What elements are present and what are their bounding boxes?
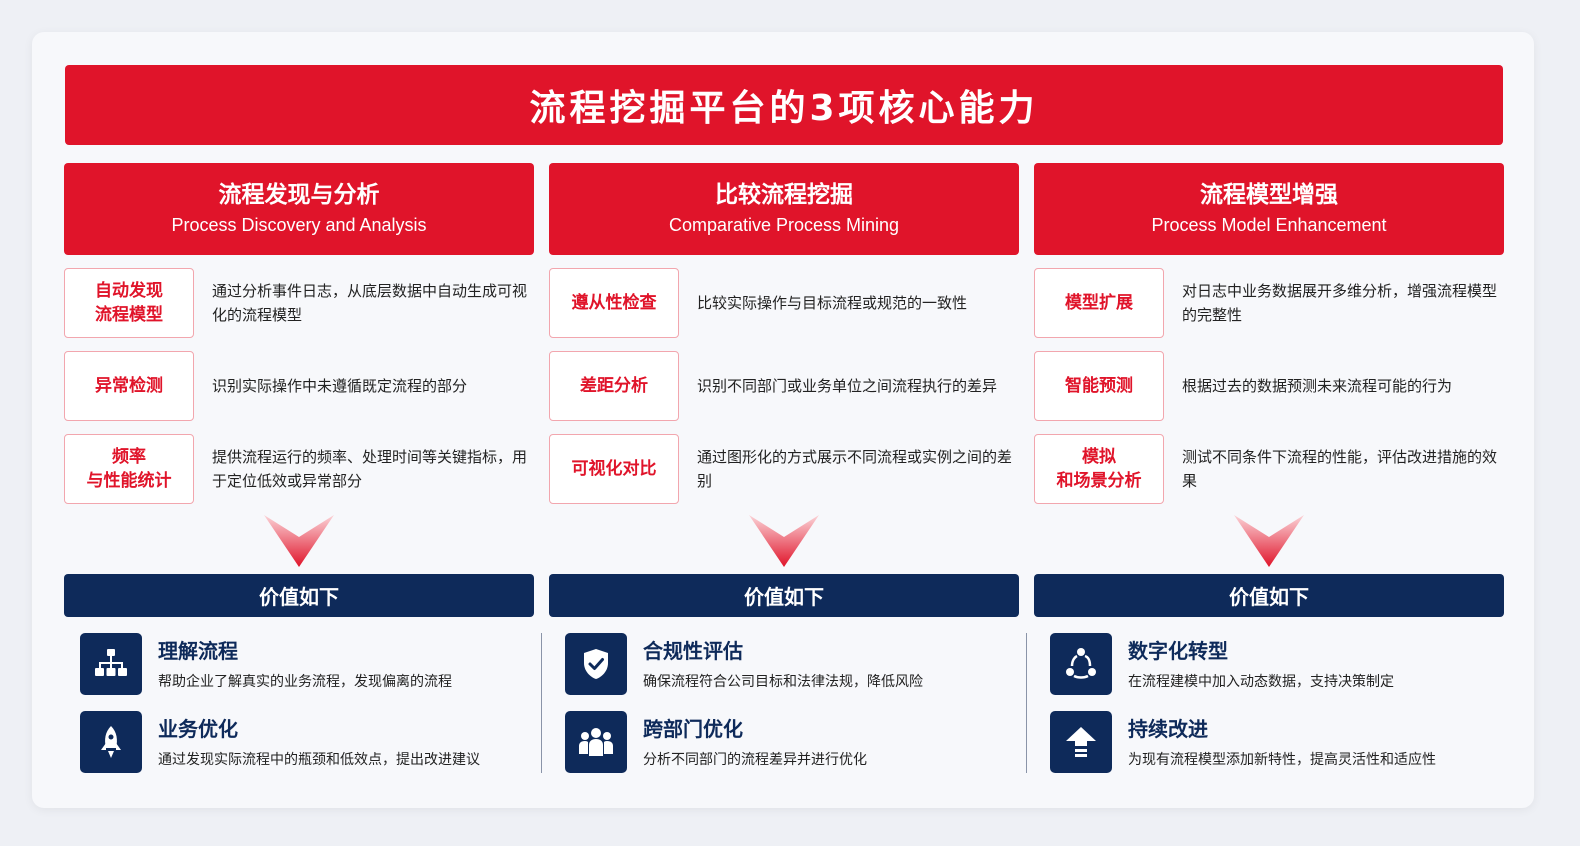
- feature-label: 差距分析: [549, 351, 679, 421]
- benefit-title: 理解流程: [158, 639, 238, 663]
- column-title-en: Comparative Process Mining: [668, 215, 900, 235]
- capability-column-discovery: 流程发现与分析 Process Discovery and Analysis 自…: [64, 163, 534, 773]
- feature-row: 差距分析 识别不同部门或业务单位之间流程执行的差异: [549, 351, 1019, 421]
- feature-label-text: 异常检测: [95, 376, 163, 396]
- feature-label-text: 模型扩展: [1065, 293, 1133, 313]
- value-banner: 价值如下: [549, 574, 1019, 617]
- cycle-icon: [1050, 633, 1112, 695]
- feature-label-text: 频率 与性能统计: [86, 447, 172, 491]
- column-title-zh: 流程发现与分析: [218, 182, 380, 208]
- benefit-title: 跨部门优化: [643, 717, 743, 741]
- capability-column-enhancement: 流程模型增强 Process Model Enhancement 模型扩展 对日…: [1034, 163, 1504, 773]
- benefit-description: 通过发现实际流程中的瓶颈和低效点，提出改进建议: [158, 752, 480, 768]
- feature-description: 通过分析事件日志，从底层数据中自动生成可视化的流程模型: [212, 282, 528, 324]
- benefit-item: 持续改进 为现有流程模型添加新特性，提高灵活性和适应性: [1050, 711, 1504, 775]
- rocket-icon: [80, 711, 142, 773]
- feature-description: 根据过去的数据预测未来流程可能的行为: [1182, 377, 1453, 395]
- column-header: 比较流程挖掘 Comparative Process Mining: [549, 163, 1019, 255]
- upgrade-arrow-icon: [1050, 711, 1112, 773]
- benefit-description: 帮助企业了解真实的业务流程，发现偏离的流程: [158, 674, 452, 690]
- benefit-item: 理解流程 帮助企业了解真实的业务流程，发现偏离的流程: [80, 633, 534, 697]
- column-header: 流程发现与分析 Process Discovery and Analysis: [64, 163, 534, 255]
- feature-label-text: 自动发现 流程模型: [95, 281, 163, 325]
- benefit-item: 业务优化 通过发现实际流程中的瓶颈和低效点，提出改进建议: [80, 711, 534, 775]
- column-title-en: Process Discovery and Analysis: [171, 215, 427, 235]
- feature-label-text: 可视化对比: [571, 459, 657, 479]
- feature-row: 频率 与性能统计 提供流程运行的频率、处理时间等关键指标，用于定位低效或异常部分: [64, 434, 534, 504]
- column-title-zh: 比较流程挖掘: [715, 182, 853, 208]
- feature-label: 可视化对比: [549, 434, 679, 504]
- benefit-description: 为现有流程模型添加新特性，提高灵活性和适应性: [1128, 752, 1436, 768]
- feature-label-text: 差距分析: [580, 376, 648, 396]
- benefit-item: 合规性评估 确保流程符合公司目标和法律法规，降低风险: [565, 633, 1019, 697]
- feature-label: 遵从性检查: [549, 268, 679, 338]
- column-header: 流程模型增强 Process Model Enhancement: [1034, 163, 1504, 255]
- org-chart-icon: [80, 633, 142, 695]
- down-arrow-icon: [1234, 515, 1304, 567]
- feature-row: 智能预测 根据过去的数据预测未来流程可能的行为: [1034, 351, 1504, 421]
- feature-label: 异常检测: [64, 351, 194, 421]
- feature-label: 模型扩展: [1034, 268, 1164, 338]
- benefit-item: 跨部门优化 分析不同部门的流程差异并进行优化: [565, 711, 1019, 775]
- column-title-en: Process Model Enhancement: [1151, 215, 1387, 235]
- column-divider: [1026, 633, 1027, 773]
- shield-check-icon: [565, 633, 627, 695]
- benefit-title: 数字化转型: [1128, 639, 1228, 663]
- feature-row: 异常检测 识别实际操作中未遵循既定流程的部分: [64, 351, 534, 421]
- benefit-description: 在流程建模中加入动态数据，支持决策制定: [1128, 674, 1394, 690]
- feature-description: 比较实际操作与目标流程或规范的一致性: [697, 294, 968, 312]
- feature-label-text: 遵从性检查: [571, 293, 657, 313]
- feature-label-text: 智能预测: [1065, 376, 1133, 396]
- feature-description: 测试不同条件下流程的性能，评估改进措施的效果: [1182, 448, 1498, 490]
- feature-description: 提供流程运行的频率、处理时间等关键指标，用于定位低效或异常部分: [212, 448, 528, 490]
- feature-label: 自动发现 流程模型: [64, 268, 194, 338]
- feature-description: 对日志中业务数据展开多维分析，增强流程模型的完整性: [1182, 282, 1498, 324]
- feature-row: 遵从性检查 比较实际操作与目标流程或规范的一致性: [549, 268, 1019, 338]
- capability-column-comparative: 比较流程挖掘 Comparative Process Mining 遵从性检查 …: [549, 163, 1019, 773]
- feature-label: 模拟 和场景分析: [1034, 434, 1164, 504]
- benefit-title: 业务优化: [158, 717, 238, 741]
- value-banner: 价值如下: [64, 574, 534, 617]
- benefit-item: 数字化转型 在流程建模中加入动态数据，支持决策制定: [1050, 633, 1504, 697]
- benefit-title: 合规性评估: [643, 639, 743, 663]
- feature-row: 可视化对比 通过图形化的方式展示不同流程或实例之间的差别: [549, 434, 1019, 504]
- feature-label: 智能预测: [1034, 351, 1164, 421]
- feature-description: 识别不同部门或业务单位之间流程执行的差异: [697, 377, 998, 395]
- down-arrow-icon: [749, 515, 819, 567]
- feature-label-text: 模拟 和场景分析: [1056, 447, 1142, 491]
- feature-row: 模型扩展 对日志中业务数据展开多维分析，增强流程模型的完整性: [1034, 268, 1504, 338]
- column-title-zh: 流程模型增强: [1200, 182, 1338, 208]
- value-banner: 价值如下: [1034, 574, 1504, 617]
- feature-label: 频率 与性能统计: [64, 434, 194, 504]
- page-title: 流程挖掘平台的3项核心能力: [65, 65, 1503, 145]
- team-icon: [565, 711, 627, 773]
- column-divider: [541, 633, 542, 773]
- benefit-title: 持续改进: [1128, 717, 1208, 741]
- feature-description: 通过图形化的方式展示不同流程或实例之间的差别: [697, 448, 1013, 490]
- feature-description: 识别实际操作中未遵循既定流程的部分: [212, 377, 468, 395]
- feature-row: 模拟 和场景分析 测试不同条件下流程的性能，评估改进措施的效果: [1034, 434, 1504, 504]
- feature-row: 自动发现 流程模型 通过分析事件日志，从底层数据中自动生成可视化的流程模型: [64, 268, 534, 338]
- benefit-description: 确保流程符合公司目标和法律法规，降低风险: [643, 674, 923, 690]
- down-arrow-icon: [264, 515, 334, 567]
- benefit-description: 分析不同部门的流程差异并进行优化: [643, 752, 867, 768]
